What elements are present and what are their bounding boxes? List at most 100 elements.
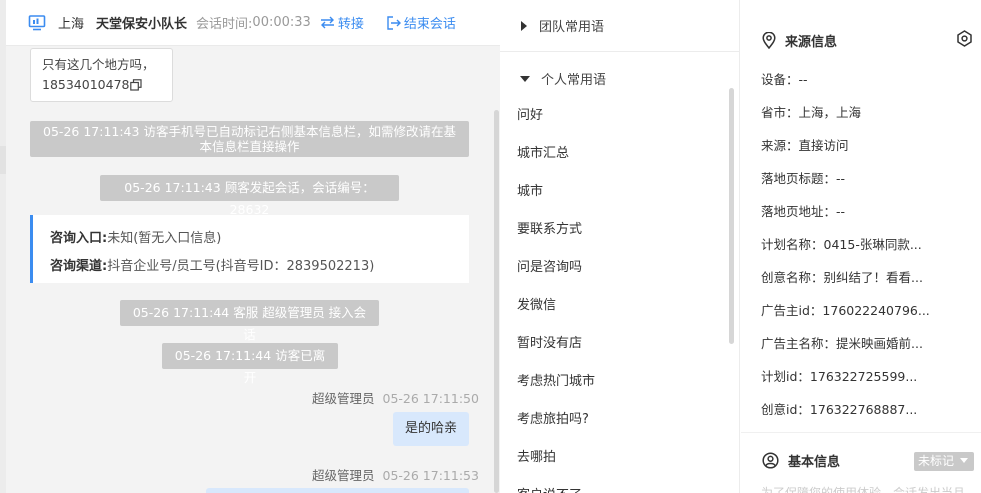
visitor-message-line: 只有这几个地方吗， bbox=[42, 57, 155, 72]
user-circle-icon bbox=[762, 452, 779, 469]
phrase-item[interactable]: 客户说不了 bbox=[517, 477, 595, 493]
target-icon[interactable] bbox=[956, 30, 973, 47]
info-label: 来源： bbox=[761, 138, 799, 153]
info-label: 落地页标题： bbox=[761, 171, 837, 186]
info-row-advertiser-id: 广告主id：176022240796... bbox=[761, 294, 930, 327]
common-phrases-panel: 团队常用语 个人常用语 问好 城市汇总 城市 要联系方式 问是咨询吗 发微信 暂… bbox=[500, 0, 740, 493]
source-info-title: 来源信息 bbox=[762, 31, 837, 50]
agent-message-meta: 超级管理员 05-26 17:11:50 bbox=[312, 388, 479, 407]
system-notice-line: 05-26 17:11:43 访客手机号已自动标记右侧基本信息栏，如需修改请在基 bbox=[43, 124, 456, 139]
info-row-device: 设备：-- bbox=[761, 63, 930, 96]
consult-channel-value: 抖音企业号/员工号(抖音号ID：2839502213) bbox=[107, 259, 375, 274]
info-row-source: 来源：直接访问 bbox=[761, 129, 930, 162]
transfer-button[interactable]: 转接 bbox=[320, 13, 364, 32]
visitor-info-panel: 来源信息 设备：-- 省市：上海，上海 来源：直接访问 落地页标题：-- 落地页… bbox=[741, 0, 981, 493]
system-notice-line: 本信息栏直接操作 bbox=[199, 139, 300, 154]
visitor-name: 天堂保安小队长 bbox=[96, 17, 188, 32]
phrase-item[interactable]: 考虑热门城市 bbox=[517, 363, 595, 401]
system-notice-visitor-left: 05-26 17:11:44 访客已离开 bbox=[162, 343, 338, 385]
session-time-label: 会话时间: bbox=[196, 17, 253, 32]
visitor-city: 上海 bbox=[58, 17, 85, 32]
phrase-item[interactable]: 考虑旅拍吗? bbox=[517, 401, 595, 439]
phrase-list: 问好 城市汇总 城市 要联系方式 问是咨询吗 发微信 暂时没有店 考虑热门城市 … bbox=[517, 97, 595, 493]
chat-side-strip bbox=[0, 0, 6, 493]
team-phrases-label: 团队常用语 bbox=[539, 20, 605, 35]
info-value: 176322768887... bbox=[809, 402, 918, 417]
consult-info-card: 咨询入口:未知(暂无入口信息) 咨询渠道:抖音企业号/员工号(抖音号ID：283… bbox=[30, 215, 469, 283]
end-session-button[interactable]: 结束会话 bbox=[386, 13, 456, 32]
exit-icon bbox=[387, 15, 401, 30]
info-row-landing-title: 落地页标题：-- bbox=[761, 162, 930, 195]
info-label: 计划名称： bbox=[761, 237, 824, 252]
system-notice-phone-marked: 05-26 17:11:43 访客手机号已自动标记右侧基本信息栏，如需修改请在基… bbox=[30, 121, 469, 157]
info-row-plan-id: 计划id：176322725599... bbox=[761, 360, 930, 393]
chat-scrollbar[interactable] bbox=[494, 110, 499, 493]
info-value: 别纠结了！看看... bbox=[823, 270, 923, 285]
system-notice-agent-joined: 05-26 17:11:44 客服 超级管理员 接入会话 bbox=[120, 300, 379, 342]
info-row-landing-url: 落地页地址：-- bbox=[761, 195, 930, 228]
info-label: 计划id： bbox=[761, 369, 810, 384]
transfer-icon bbox=[320, 16, 334, 29]
info-label: 广告主名称： bbox=[761, 336, 837, 351]
visitor-phone: 18534010478 bbox=[42, 77, 130, 92]
consult-channel-label: 咨询渠道: bbox=[50, 259, 108, 274]
info-label: 设备： bbox=[761, 72, 799, 87]
info-label: 创意名称： bbox=[761, 270, 824, 285]
caret-down-icon bbox=[520, 75, 530, 82]
info-row-creative-id: 创意id：176322768887... bbox=[761, 393, 930, 426]
monitor-icon bbox=[28, 14, 46, 30]
copy-icon[interactable] bbox=[130, 79, 143, 91]
location-pin-icon bbox=[762, 32, 776, 49]
info-value: -- bbox=[836, 204, 846, 219]
tag-select-value: 未标记 bbox=[918, 454, 955, 468]
info-row-region: 省市：上海，上海 bbox=[761, 96, 930, 129]
personal-phrases-label: 个人常用语 bbox=[541, 73, 607, 88]
divider bbox=[741, 432, 981, 433]
visitor-message: 只有这几个地方吗， 18534010478 bbox=[30, 48, 173, 102]
info-value: 0415-张琳同款... bbox=[823, 237, 922, 252]
phrase-scrollbar[interactable] bbox=[729, 88, 734, 344]
basic-info-title: 基本信息 bbox=[762, 451, 840, 470]
phrase-item[interactable]: 发微信 bbox=[517, 287, 595, 325]
chat-panel: 上海 天堂保安小队长 会话时间: 00:00:33 转接 结束会话 只有这几个地… bbox=[0, 0, 500, 493]
divider bbox=[500, 51, 739, 52]
info-label: 落地页地址： bbox=[761, 204, 837, 219]
basic-info-label: 基本信息 bbox=[788, 455, 841, 470]
info-label: 创意id： bbox=[761, 402, 810, 417]
phrase-item[interactable]: 问是咨询吗 bbox=[517, 249, 595, 287]
basic-info-hint: 为了保障您的使用体验，会话发出当且 bbox=[761, 486, 966, 493]
message-time: 05-26 17:11:50 bbox=[382, 391, 479, 406]
info-value: -- bbox=[798, 72, 808, 87]
info-value: 176022240796... bbox=[822, 303, 930, 318]
phrase-item[interactable]: 问好 bbox=[517, 97, 595, 135]
info-value: 提米映画婚前... bbox=[836, 336, 923, 351]
agent-name: 超级管理员 bbox=[312, 468, 375, 483]
info-value: 上海，上海 bbox=[798, 105, 862, 120]
team-phrases-group[interactable]: 团队常用语 bbox=[520, 16, 604, 35]
info-label: 省市： bbox=[761, 105, 799, 120]
phrase-item[interactable]: 暂时没有店 bbox=[517, 325, 595, 363]
personal-phrases-group[interactable]: 个人常用语 bbox=[520, 69, 606, 88]
agent-message: 是的哈亲 bbox=[393, 412, 469, 446]
agent-message bbox=[206, 488, 469, 493]
session-time: 00:00:33 bbox=[252, 15, 311, 30]
system-notice-session-start: 05-26 17:11:43 顾客发起会话，会话编号：28632 bbox=[100, 175, 399, 217]
side-strip-handle[interactable] bbox=[0, 146, 6, 174]
phrase-item[interactable]: 城市汇总 bbox=[517, 135, 595, 173]
phrase-item[interactable]: 去哪拍 bbox=[517, 439, 595, 477]
chevron-down-icon bbox=[959, 458, 968, 463]
info-value: 176322725599... bbox=[809, 369, 918, 384]
consult-entry-label: 咨询入口: bbox=[50, 231, 108, 246]
source-info-label: 来源信息 bbox=[785, 35, 838, 50]
info-row-advertiser-name: 广告主名称：提米映画婚前... bbox=[761, 327, 930, 360]
tag-select[interactable]: 未标记 bbox=[914, 452, 974, 471]
info-value: -- bbox=[836, 171, 846, 186]
message-time: 05-26 17:11:53 bbox=[382, 468, 479, 483]
caret-right-icon bbox=[521, 20, 527, 31]
info-value: 直接访问 bbox=[798, 138, 849, 153]
phrase-item[interactable]: 城市 bbox=[517, 173, 595, 211]
phrase-item[interactable]: 要联系方式 bbox=[517, 211, 595, 249]
agent-name: 超级管理员 bbox=[312, 391, 375, 406]
chat-header: 上海 天堂保安小队长 会话时间: 00:00:33 转接 结束会话 bbox=[6, 0, 500, 46]
info-row-creative-name: 创意名称：别纠结了！看看... bbox=[761, 261, 930, 294]
